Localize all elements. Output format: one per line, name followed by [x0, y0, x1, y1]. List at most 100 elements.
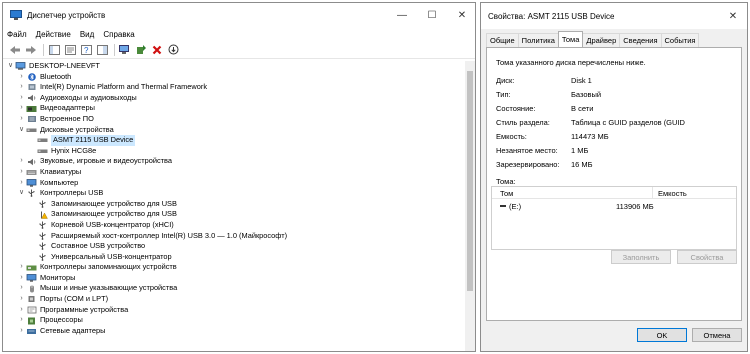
properties-icon[interactable] — [63, 43, 77, 57]
properties-titlebar[interactable]: Свойства: ASMT 2115 USB Device ✕ — [481, 3, 747, 29]
tree-item[interactable]: Hynix HCG8e — [6, 146, 462, 157]
tree-item[interactable]: Запоминающее устройство для USB — [6, 209, 462, 220]
chevron-right-icon[interactable]: › — [17, 93, 26, 104]
scan-hardware-icon[interactable] — [118, 43, 132, 57]
tree-item-label: Hynix HCG8e — [51, 145, 97, 155]
properties-title: Свойства: ASMT 2115 USB Device — [488, 11, 615, 21]
close-icon[interactable]: ✕ — [447, 3, 475, 27]
tree-item[interactable]: › Мониторы — [6, 273, 462, 284]
tree-item[interactable]: › Контроллеры запоминающих устройств — [6, 262, 462, 273]
volumes-list[interactable]: Том Емкость (E:) 113906 МБ — [491, 186, 737, 250]
tree-item-label: Встроенное ПО — [40, 113, 94, 123]
tree-item-label: Процессоры — [40, 315, 83, 325]
tab-details[interactable]: Сведения — [619, 33, 662, 47]
menu-view[interactable]: Вид — [80, 30, 94, 39]
tree-item[interactable]: › Bluetooth — [6, 72, 462, 83]
tree-item[interactable]: › Звуковые, игровые и видеоустройства — [6, 156, 462, 167]
scrollbar-thumb[interactable] — [467, 71, 473, 291]
device-manager-titlebar[interactable]: Диспетчер устройств — ☐ ✕ — [3, 3, 475, 27]
disable-device-icon[interactable] — [166, 43, 180, 57]
tree-item[interactable]: › Программные устройства — [6, 305, 462, 316]
tree-item[interactable]: Корневой USB-концентратор (xHCI) — [6, 220, 462, 231]
display-adapter-icon — [26, 105, 37, 113]
chevron-right-icon[interactable]: › — [17, 103, 26, 114]
chevron-right-icon[interactable]: › — [17, 72, 26, 83]
tree-item[interactable]: › Аудиовходы и аудиовыходы — [6, 93, 462, 104]
tree-item[interactable]: › Сетевые адаптеры — [6, 326, 462, 337]
maximize-icon[interactable]: ☐ — [417, 3, 447, 27]
chevron-down-icon[interactable]: ∨ — [17, 188, 26, 199]
volume-row[interactable]: (E:) 113906 МБ — [492, 199, 736, 213]
tree-item[interactable]: Универсальный USB-концентратор — [6, 252, 462, 263]
monitor-icon — [26, 178, 37, 187]
volume-properties-button[interactable]: Свойства — [677, 250, 737, 264]
toolbar-separator — [43, 43, 44, 56]
tree-item[interactable]: › Встроенное ПО — [6, 114, 462, 125]
vertical-scrollbar[interactable] — [465, 61, 475, 351]
menu-file[interactable]: Файл — [7, 30, 27, 39]
chevron-right-icon[interactable]: › — [17, 262, 26, 273]
chevron-right-icon[interactable]: › — [17, 294, 26, 305]
tree-item-label: Запоминающее устройство для USB — [51, 209, 177, 219]
tree-item[interactable]: ∨ DESKTOP-LNEEVFT — [6, 61, 462, 72]
populate-button[interactable]: Заполнить — [611, 250, 671, 264]
back-arrow-icon[interactable] — [8, 43, 22, 57]
column-header-capacity[interactable]: Емкость — [658, 189, 687, 198]
tree-item[interactable]: Запоминающее устройство для USB — [6, 199, 462, 210]
tree-item[interactable]: › Процессоры — [6, 315, 462, 326]
chip-icon — [26, 83, 37, 91]
tab-policy[interactable]: Политика — [517, 33, 559, 47]
bluetooth-icon — [26, 73, 37, 81]
tree-item[interactable]: ∨ Дисковые устройства — [6, 125, 462, 136]
tree-item[interactable]: ASMT 2115 USB Device — [6, 135, 462, 146]
chevron-down-icon[interactable]: ∨ — [6, 61, 15, 72]
tree-item[interactable]: Составное USB устройство — [6, 241, 462, 252]
chevron-right-icon[interactable]: › — [17, 82, 26, 93]
cancel-button[interactable]: Отмена — [692, 328, 742, 342]
chevron-right-icon[interactable]: › — [17, 114, 26, 125]
tree-item[interactable]: › Клавиатуры — [6, 167, 462, 178]
tab-driver[interactable]: Драйвер — [582, 33, 621, 47]
close-icon[interactable]: ✕ — [718, 4, 747, 28]
chevron-down-icon[interactable]: ∨ — [17, 125, 26, 136]
uninstall-device-icon[interactable] — [150, 43, 164, 57]
ok-button[interactable]: OK — [637, 328, 687, 342]
menu-help[interactable]: Справка — [103, 30, 134, 39]
tree-item[interactable]: › Видеоадаптеры — [6, 103, 462, 114]
tree-item[interactable]: › Intel(R) Dynamic Platform and Thermal F… — [6, 82, 462, 93]
tree-item-label: Универсальный USB-концентратор — [51, 251, 172, 261]
chevron-right-icon[interactable]: › — [17, 305, 26, 316]
chevron-right-icon[interactable]: › — [17, 167, 26, 178]
action-pane-icon[interactable] — [95, 43, 109, 57]
chevron-right-icon[interactable]: › — [17, 156, 26, 167]
tree-item[interactable]: Расширяемый хост-контроллер Intel(R) USB… — [6, 231, 462, 242]
chevron-right-icon[interactable]: › — [17, 315, 26, 326]
tab-volumes[interactable]: Тома — [557, 31, 584, 47]
tree-item-label: Порты (COM и LPT) — [40, 294, 109, 304]
tree-item[interactable]: ∨ Контроллеры USB — [6, 188, 462, 199]
menu-action[interactable]: Действие — [36, 30, 71, 39]
tab-general[interactable]: Общие — [486, 33, 519, 47]
port-icon — [26, 295, 37, 303]
column-header-volume[interactable]: Том — [500, 189, 513, 198]
minimize-icon[interactable]: — — [387, 3, 417, 27]
device-tree[interactable]: ∨ DESKTOP-LNEEVFT › Bluetooth › Intel(R) Dyna… — [6, 61, 462, 351]
chevron-right-icon[interactable]: › — [17, 273, 26, 284]
drive-icon — [500, 205, 506, 207]
tree-item[interactable]: › Мыши и иные указывающие устройства — [6, 283, 462, 294]
tree-item-label: Контроллеры USB — [40, 188, 104, 198]
tree-item[interactable]: › Порты (COM и LPT) — [6, 294, 462, 305]
tree-item-label: Видеоадаптеры — [40, 103, 95, 113]
chevron-right-icon[interactable]: › — [17, 283, 26, 294]
update-driver-icon[interactable] — [134, 43, 148, 57]
field-value: 114473 МБ — [571, 132, 609, 141]
chevron-right-icon[interactable]: › — [17, 178, 26, 189]
show-hide-console-tree-icon[interactable] — [47, 43, 61, 57]
volumes-list-header: Том Емкость — [492, 187, 736, 199]
forward-arrow-icon[interactable] — [24, 43, 38, 57]
chevron-right-icon[interactable]: › — [17, 326, 26, 337]
tab-events[interactable]: События — [660, 33, 700, 47]
field-value: 1 МБ — [571, 146, 589, 155]
tree-item[interactable]: › Компьютер — [6, 178, 462, 189]
help-icon[interactable]: ? — [79, 43, 93, 57]
